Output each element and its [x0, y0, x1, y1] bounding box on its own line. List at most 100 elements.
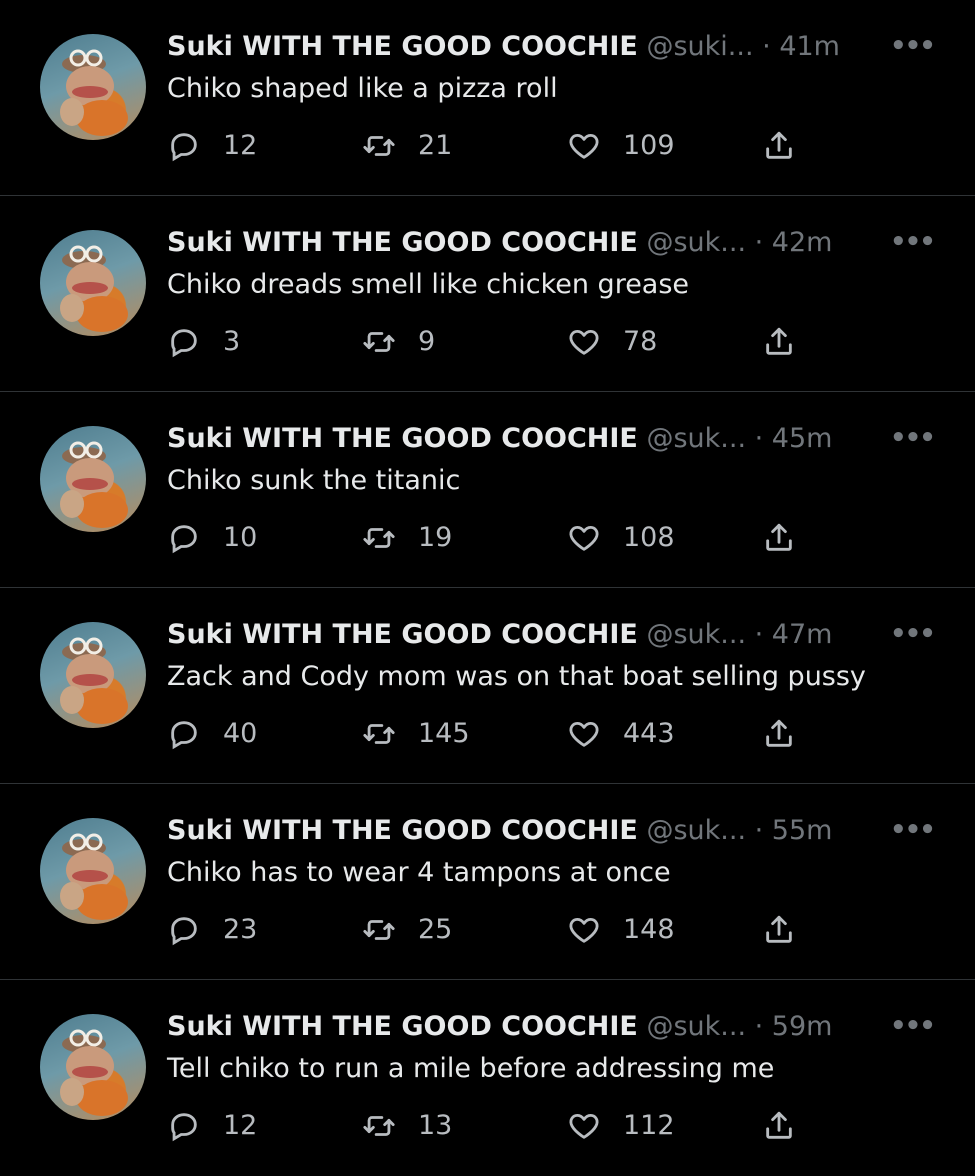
share-icon	[762, 1109, 796, 1143]
reply-button[interactable]: 40	[167, 716, 257, 752]
reply-button[interactable]: 12	[167, 1108, 257, 1144]
tweet-text: Chiko sunk the titanic	[167, 465, 461, 496]
display-name[interactable]: Suki WITH THE GOOD COOCHIE	[167, 815, 638, 846]
handle[interactable]: @suk...	[646, 227, 746, 258]
like-button[interactable]: 443	[567, 716, 675, 752]
retweet-button[interactable]: 21	[362, 128, 452, 164]
timestamp[interactable]: 42m	[772, 227, 833, 258]
more-icon[interactable]: •••	[890, 1013, 936, 1039]
tweet-header: Suki WITH THE GOOD COOCHIE @suk... · 45m	[167, 422, 927, 456]
share-button[interactable]	[762, 1108, 796, 1144]
tweet[interactable]: Suki WITH THE GOOD COOCHIE @suk... · 47m…	[0, 588, 975, 784]
tweet-actions: 10 19 108	[167, 520, 807, 556]
tweet-text: Chiko has to wear 4 tampons at once	[167, 857, 671, 888]
avatar[interactable]	[40, 818, 146, 924]
reply-button[interactable]: 3	[167, 324, 240, 360]
separator: ·	[746, 227, 772, 258]
tweet[interactable]: Suki WITH THE GOOD COOCHIE @suk... · 45m…	[0, 392, 975, 588]
reply-icon	[167, 717, 223, 751]
timestamp[interactable]: 55m	[772, 815, 833, 846]
avatar[interactable]	[40, 230, 146, 336]
retweet-count: 13	[418, 1110, 453, 1141]
retweet-button[interactable]: 9	[362, 324, 435, 360]
display-name[interactable]: Suki WITH THE GOOD COOCHIE	[167, 31, 638, 62]
retweet-count: 145	[418, 718, 470, 749]
tweet-header: Suki WITH THE GOOD COOCHIE @suki... · 41…	[167, 30, 927, 64]
more-icon[interactable]: •••	[890, 425, 936, 451]
share-button[interactable]	[762, 912, 796, 948]
avatar[interactable]	[40, 426, 146, 532]
retweet-button[interactable]: 19	[362, 520, 452, 556]
reply-count: 40	[223, 718, 258, 749]
retweet-button[interactable]: 13	[362, 1108, 452, 1144]
retweet-button[interactable]: 25	[362, 912, 452, 948]
separator: ·	[746, 1011, 772, 1042]
tweet-text: Zack and Cody mom was on that boat selli…	[167, 661, 866, 692]
reply-count: 10	[223, 522, 258, 553]
retweet-icon	[362, 717, 418, 751]
tweet-actions: 40 145 443	[167, 716, 807, 752]
display-name[interactable]: Suki WITH THE GOOD COOCHIE	[167, 1011, 638, 1042]
share-button[interactable]	[762, 520, 796, 556]
tweet-actions: 23 25 148	[167, 912, 807, 948]
more-icon[interactable]: •••	[890, 229, 936, 255]
more-icon[interactable]: •••	[890, 33, 936, 59]
like-button[interactable]: 109	[567, 128, 675, 164]
retweet-icon	[362, 1109, 418, 1143]
timestamp[interactable]: 47m	[772, 619, 833, 650]
share-button[interactable]	[762, 716, 796, 752]
like-button[interactable]: 112	[567, 1108, 675, 1144]
timestamp[interactable]: 59m	[772, 1011, 833, 1042]
reply-icon	[167, 521, 223, 555]
reply-button[interactable]: 12	[167, 128, 257, 164]
handle[interactable]: @suk...	[646, 619, 746, 650]
timestamp[interactable]: 41m	[779, 31, 840, 62]
tweet[interactable]: Suki WITH THE GOOD COOCHIE @suki... · 41…	[0, 0, 975, 196]
heart-icon	[567, 1109, 623, 1143]
tweet-header: Suki WITH THE GOOD COOCHIE @suk... · 59m	[167, 1010, 927, 1044]
separator: ·	[753, 31, 780, 62]
display-name[interactable]: Suki WITH THE GOOD COOCHIE	[167, 423, 638, 454]
handle[interactable]: @suk...	[646, 423, 746, 454]
handle[interactable]: @suk...	[646, 1011, 746, 1042]
heart-icon	[567, 913, 623, 947]
tweet-actions: 3 9 78	[167, 324, 807, 360]
like-count: 443	[623, 718, 675, 749]
like-button[interactable]: 148	[567, 912, 675, 948]
reply-count: 12	[223, 1110, 258, 1141]
retweet-icon	[362, 913, 418, 947]
share-button[interactable]	[762, 324, 796, 360]
reply-button[interactable]: 10	[167, 520, 257, 556]
tweet-actions: 12 21 109	[167, 128, 807, 164]
tweet-text: Chiko shaped like a pizza roll	[167, 73, 558, 104]
reply-icon	[167, 129, 223, 163]
like-button[interactable]: 108	[567, 520, 675, 556]
more-icon[interactable]: •••	[890, 817, 936, 843]
like-button[interactable]: 78	[567, 324, 657, 360]
share-button[interactable]	[762, 128, 796, 164]
heart-icon	[567, 325, 623, 359]
tweet[interactable]: Suki WITH THE GOOD COOCHIE @suk... · 42m…	[0, 196, 975, 392]
display-name[interactable]: Suki WITH THE GOOD COOCHIE	[167, 227, 638, 258]
avatar[interactable]	[40, 1014, 146, 1120]
share-icon	[762, 913, 796, 947]
handle[interactable]: @suk...	[646, 815, 746, 846]
timestamp[interactable]: 45m	[772, 423, 833, 454]
retweet-count: 9	[418, 326, 436, 357]
display-name[interactable]: Suki WITH THE GOOD COOCHIE	[167, 619, 638, 650]
avatar[interactable]	[40, 34, 146, 140]
retweet-button[interactable]: 145	[362, 716, 470, 752]
retweet-icon	[362, 521, 418, 555]
more-icon[interactable]: •••	[890, 621, 936, 647]
reply-button[interactable]: 23	[167, 912, 257, 948]
timeline: Suki WITH THE GOOD COOCHIE @suki... · 41…	[0, 0, 975, 1174]
avatar[interactable]	[40, 622, 146, 728]
tweet[interactable]: Suki WITH THE GOOD COOCHIE @suk... · 59m…	[0, 980, 975, 1176]
tweet-text: Chiko dreads smell like chicken grease	[167, 269, 690, 300]
handle[interactable]: @suki...	[646, 31, 753, 62]
like-count: 78	[623, 326, 658, 357]
reply-icon	[167, 325, 223, 359]
reply-count: 12	[223, 130, 258, 161]
tweet-header: Suki WITH THE GOOD COOCHIE @suk... · 47m	[167, 618, 927, 652]
tweet[interactable]: Suki WITH THE GOOD COOCHIE @suk... · 55m…	[0, 784, 975, 980]
